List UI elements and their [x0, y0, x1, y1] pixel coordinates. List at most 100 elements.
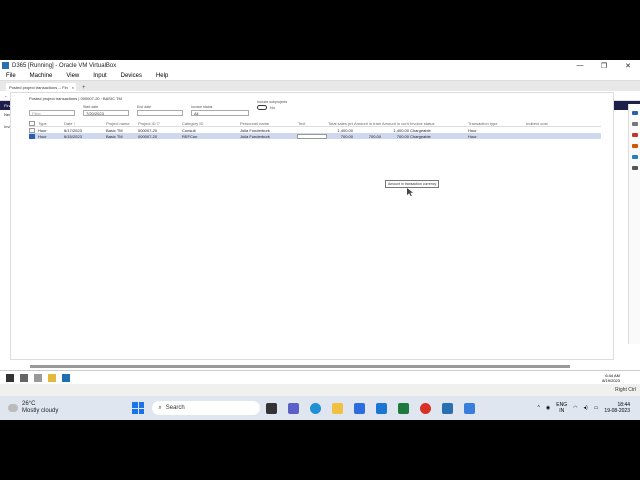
host-clock[interactable]: 18:44 19-08-2023: [604, 402, 630, 414]
menu-help[interactable]: Help: [156, 73, 168, 79]
weather-desc: Mostly cloudy: [22, 408, 59, 414]
row-checkbox[interactable]: [29, 127, 35, 133]
sidebar-outlook-icon[interactable]: [631, 155, 638, 159]
virtualbox-menubar: File Machine View Input Devices Help: [0, 71, 640, 81]
weather-temp: 26°C: [22, 401, 36, 407]
menu-input[interactable]: Input: [93, 73, 106, 79]
battery-icon[interactable]: ▭: [594, 405, 599, 411]
cell-invoice-status: Chargeable: [410, 133, 431, 139]
wifi-icon[interactable]: ◠: [573, 405, 577, 411]
sidebar-add-icon[interactable]: [631, 166, 638, 170]
cell-type: Hour: [38, 127, 47, 133]
vm-start-icon[interactable]: [6, 373, 14, 382]
vm-explorer-icon[interactable]: [48, 373, 56, 382]
cell-amount-currency: 1,400.00: [393, 127, 409, 133]
toggle-switch[interactable]: [257, 105, 267, 110]
col-category-id[interactable]: Category ID: [181, 121, 239, 126]
window-title: D365 [Running] - Oracle VM VirtualBox: [12, 62, 117, 69]
invoice-status-select[interactable]: All: [191, 110, 249, 116]
new-tab-button[interactable]: +: [82, 85, 86, 91]
horizontal-scrollbar[interactable]: [30, 365, 570, 368]
col-personnel-name[interactable]: Personnel name: [239, 121, 297, 126]
tray-overflow-icon[interactable]: ^: [538, 405, 540, 411]
filter-invoice-status: Invoice status All: [191, 105, 249, 116]
col-project-name[interactable]: Project name: [105, 121, 137, 126]
cell-category: REFCon: [182, 133, 198, 139]
transactions-grid: Type Date ↑ Project name Project ID ▽ Ca…: [29, 121, 601, 139]
vm-search-icon[interactable]: [20, 373, 28, 382]
col-sales-price[interactable]: Total sales price: [327, 121, 353, 126]
close-button[interactable]: ✕: [616, 62, 640, 70]
cell-project-name: Basic TM: [106, 133, 123, 139]
col-type[interactable]: Type: [37, 121, 63, 126]
host-date: 19-08-2023: [604, 408, 630, 414]
host-taskbar: 26°C Mostly cloudy ⌕ Search ^ ◉ ENG IN ◠…: [0, 396, 640, 420]
cell-personnel: Julia Funderburk: [240, 133, 270, 139]
browser-sidebar: [628, 104, 640, 344]
menu-file[interactable]: File: [6, 73, 16, 79]
select-all-checkbox[interactable]: [29, 121, 35, 126]
cell-project-id[interactable]: 000007-20: [137, 128, 181, 133]
sidebar-tools-icon[interactable]: [631, 133, 638, 137]
location-icon[interactable]: ◉: [546, 405, 550, 411]
table-row[interactable]: Hour 6/15/2023 Basic TM 000007-20 REFCon…: [29, 133, 601, 139]
search-label: Search: [165, 405, 185, 411]
mail-icon[interactable]: [376, 402, 388, 414]
sidebar-office-icon[interactable]: [631, 144, 638, 148]
col-transaction-type[interactable]: Transaction type: [467, 121, 525, 126]
taskbar-search-input[interactable]: ⌕ Search: [152, 401, 261, 415]
end-date-input[interactable]: [137, 110, 183, 116]
virtualbox-statusbar: Right Ctrl: [0, 384, 640, 396]
col-indirect-cost[interactable]: Indirect cost: [525, 121, 555, 126]
vm-edge-icon[interactable]: [62, 373, 70, 382]
quick-filter-input[interactable]: Filter: [29, 110, 75, 116]
cell-amount-transaction: 700.00: [368, 133, 381, 139]
col-text[interactable]: Text: [297, 121, 327, 126]
cell-project-id[interactable]: 000007-20: [137, 134, 181, 139]
row-checkbox[interactable]: [29, 133, 35, 139]
vm-taskbar: 6:44 AM 8/19/2023: [0, 370, 640, 384]
col-amount-transaction[interactable]: Amount in transaction currency: [353, 121, 381, 126]
volume-icon[interactable]: ◂): [584, 405, 588, 411]
chrome-icon[interactable]: [420, 402, 432, 414]
edge-icon[interactable]: [310, 402, 322, 414]
windows-start-icon[interactable]: [132, 402, 145, 414]
grid-panel: Posted project transactions | 000007-20 …: [10, 92, 614, 360]
menu-machine[interactable]: Machine: [30, 73, 53, 79]
col-invoice-status[interactable]: Invoice status: [409, 121, 467, 126]
start-date-input[interactable]: 7/20/2023: [83, 110, 129, 116]
vm-date: 8/19/2023: [602, 377, 620, 383]
cell-sales-price: 700.00: [340, 133, 353, 139]
minimize-button[interactable]: —: [568, 62, 592, 69]
toggle-value: No: [270, 105, 276, 110]
include-subprojects-toggle[interactable]: No: [257, 105, 287, 110]
col-project-id[interactable]: Project ID ▽: [137, 121, 181, 126]
cell-sales-price: 1,400.00: [337, 127, 353, 133]
cell-text-input[interactable]: [297, 133, 327, 139]
file-explorer-icon[interactable]: [332, 402, 344, 414]
app-icon[interactable]: [464, 402, 476, 414]
maximize-button[interactable]: ❐: [592, 62, 616, 70]
filter-bar: Filter Start date 7/20/2023 End date Inv…: [29, 100, 287, 116]
browser-tab[interactable]: Posted project transactions -- Fin ×: [6, 83, 76, 91]
sidebar-copilot-icon[interactable]: [631, 111, 638, 115]
sidebar-search-icon[interactable]: [631, 122, 638, 126]
col-amount-currency[interactable]: Amount in currency: [381, 121, 409, 126]
weather-widget[interactable]: 26°C Mostly cloudy: [8, 401, 58, 415]
taskview-icon[interactable]: [266, 402, 278, 414]
back-icon[interactable]: ←: [4, 93, 8, 98]
cell-date: 6/17/2023: [64, 127, 82, 133]
teams-icon[interactable]: [288, 402, 300, 414]
language-indicator[interactable]: ENG IN: [556, 402, 567, 414]
excel-icon[interactable]: [398, 402, 410, 414]
vm-taskview-icon[interactable]: [34, 373, 42, 382]
menu-devices[interactable]: Devices: [121, 73, 142, 79]
col-date[interactable]: Date ↑: [63, 121, 105, 126]
store-icon[interactable]: [354, 402, 366, 414]
tab-close-icon[interactable]: ×: [72, 85, 74, 90]
menu-view[interactable]: View: [66, 73, 79, 79]
filter-subprojects: Include subprojects No: [257, 100, 287, 116]
page-breadcrumb: Posted project transactions | 000007-20 …: [29, 96, 122, 101]
system-tray: ^ ◉ ENG IN ◠ ◂) ▭ 18:44 19-08-2023: [538, 402, 630, 414]
virtualbox-icon[interactable]: [442, 402, 454, 414]
